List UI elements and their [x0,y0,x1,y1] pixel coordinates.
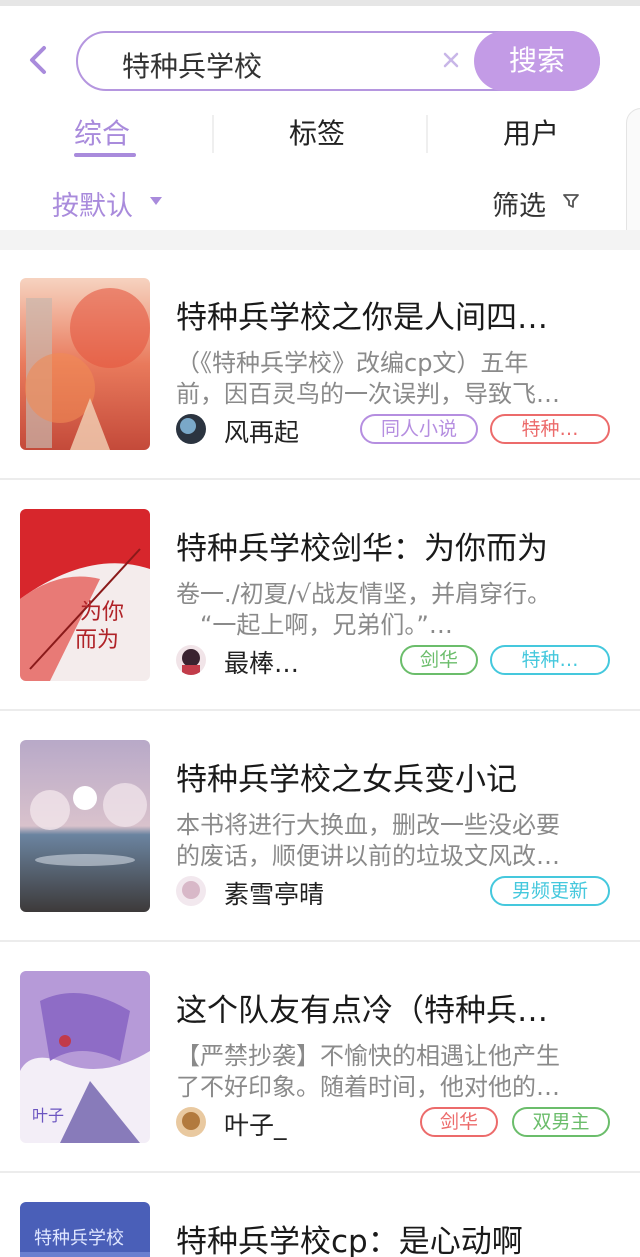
book-description-line: 了不好印象。随着时间，他对他的… [176,1073,560,1101]
book-tag[interactable]: 同人小说 [360,414,478,444]
book-description-line: 本书将进行大换血，删改一些没必要 [176,811,560,839]
book-cover: 叶子 [20,971,150,1143]
book-title: 特种兵学校剑华：为你而为 [176,531,548,567]
back-button[interactable] [24,40,56,80]
filter-icon [562,192,580,210]
search-button[interactable]: 搜索 [474,31,600,91]
author-name[interactable]: 叶子_ [224,1106,287,1142]
search-query-text: 特种兵学校 [122,50,263,83]
book-description-line: 【严禁抄袭】不愉快的相遇让他产生 [176,1042,560,1070]
svg-text:叶子: 叶子 [32,1106,64,1125]
book-tag[interactable]: 特种… [490,414,610,444]
book-list-item[interactable]: 特种兵学校 特种兵学校cp：是心动啊 [0,1174,640,1257]
author-avatar[interactable] [176,876,206,906]
svg-text:特种兵学校: 特种兵学校 [34,1228,124,1249]
book-cover: 特种兵学校 [20,1202,150,1257]
book-tag[interactable]: 双男主 [512,1107,610,1137]
book-cover: 为你 而为 [20,509,150,681]
tab-comprehensive[interactable]: 综合 [74,112,130,152]
svg-text:而为: 而为 [75,628,119,653]
book-description: 卷一./初夏/√战友情坚，并肩穿行。 “一起上啊，兄弟们。”… [176,579,606,641]
book-description-line: “一起上啊，兄弟们。”… [200,611,453,639]
book-description: （《特种兵学校》改编cp文）五年 前，因百灵鸟的一次误判，导致飞… [176,348,606,410]
book-description: 【严禁抄袭】不愉快的相遇让他产生 了不好印象。随着时间，他对他的… [176,1041,606,1103]
caret-down-icon [150,197,162,205]
author-name[interactable]: 风再起 [224,413,299,449]
section-separator [0,230,640,250]
book-description-line: 前，因百灵鸟的一次误判，导致飞… [176,380,560,408]
tab-divider [212,115,214,153]
book-description-line: （《特种兵学校》改编cp文）五年 [176,349,529,377]
svg-text:为你: 为你 [80,600,124,625]
author-name[interactable]: 素雪亭晴 [224,875,324,911]
book-list-item[interactable]: 特种兵学校之你是人间四… （《特种兵学校》改编cp文）五年 前，因百灵鸟的一次误… [0,250,640,480]
book-tag[interactable]: 男频更新 [490,876,610,906]
chevron-left-icon [30,46,46,74]
author-avatar[interactable] [176,414,206,444]
book-list-item[interactable]: 为你 而为 特种兵学校剑华：为你而为 卷一./初夏/√战友情坚，并肩穿行。 “一… [0,481,640,711]
tab-divider [426,115,428,153]
tab-tags[interactable]: 标签 [289,112,345,152]
clear-search-icon[interactable] [440,49,462,71]
book-cover [20,740,150,912]
book-list-item[interactable]: 叶子 这个队友有点冷（特种兵… 【严禁抄袭】不愉快的相遇让他产生 了不好印象。随… [0,943,640,1173]
book-title: 特种兵学校之你是人间四… [176,300,548,336]
tab-users[interactable]: 用户 [503,112,559,152]
book-tag[interactable]: 剑华 [420,1107,498,1137]
active-tab-indicator [74,153,136,157]
book-list-item[interactable]: 特种兵学校之女兵变小记 本书将进行大换血，删改一些没必要 的废话，顺便讲以前的垃… [0,712,640,942]
author-avatar[interactable] [176,1107,206,1137]
status-bar-edge [0,0,640,6]
book-tag[interactable]: 特种… [490,645,610,675]
book-cover [20,278,150,450]
book-description-line: 的废话，顺便讲以前的垃圾文风改… [176,842,560,870]
filter-button[interactable]: 筛选 [492,184,546,223]
author-name[interactable]: 最棒… [224,644,299,680]
book-description-line: 卷一./初夏/√战友情坚，并肩穿行。 [176,580,552,608]
book-title: 特种兵学校cp：是心动啊 [176,1224,523,1257]
book-description: 本书将进行大换血，删改一些没必要 的废话，顺便讲以前的垃圾文风改… [176,810,606,872]
book-tag[interactable]: 剑华 [400,645,478,675]
book-title: 这个队友有点冷（特种兵… [176,993,548,1029]
sort-dropdown[interactable]: 按默认 [52,184,133,223]
book-title: 特种兵学校之女兵变小记 [176,762,517,798]
author-avatar[interactable] [176,645,206,675]
